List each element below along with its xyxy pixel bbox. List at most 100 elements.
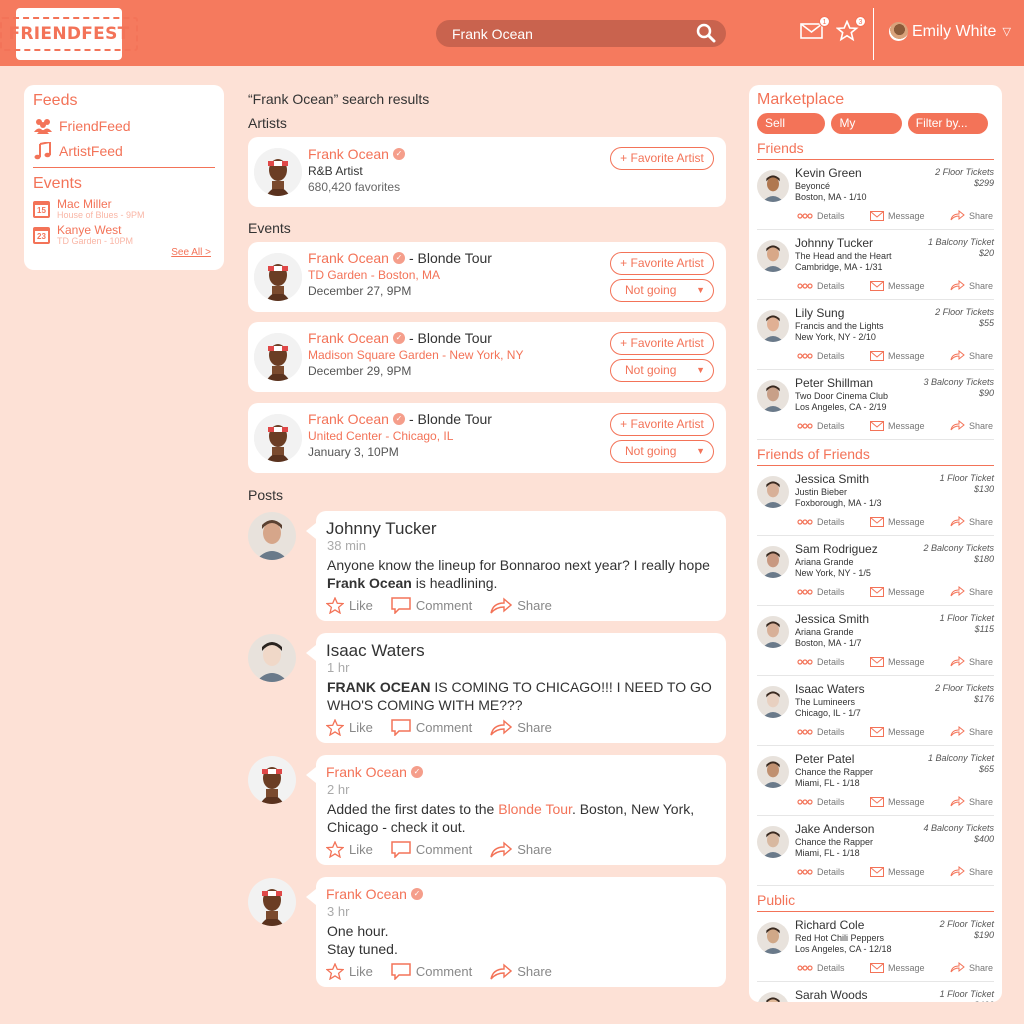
share-button[interactable]: Share: [950, 420, 993, 431]
seller-name[interactable]: Jessica Smith: [795, 472, 869, 486]
seller-avatar[interactable]: [757, 922, 789, 954]
seller-avatar[interactable]: [757, 240, 789, 272]
ticket-listing[interactable]: Kevin Green Beyoncé Boston, MA - 1/10 2 Flo…: [757, 160, 994, 230]
seller-avatar[interactable]: [757, 476, 789, 508]
details-button[interactable]: Details: [797, 796, 845, 807]
details-button[interactable]: Details: [797, 280, 845, 291]
share-button[interactable]: Share: [950, 656, 993, 667]
comment-button[interactable]: Comment: [391, 963, 472, 980]
details-button[interactable]: Details: [797, 586, 845, 597]
event-venue[interactable]: United Center - Chicago, IL: [308, 429, 453, 443]
message-button[interactable]: Message: [869, 866, 925, 877]
seller-avatar[interactable]: [757, 616, 789, 648]
rsvp-status-dropdown[interactable]: Not going ▼: [610, 359, 714, 382]
details-button[interactable]: Details: [797, 420, 845, 431]
message-button[interactable]: Message: [869, 516, 925, 527]
seller-name[interactable]: Peter Shillman: [795, 376, 873, 390]
see-all-link[interactable]: See All >: [171, 247, 211, 258]
seller-avatar[interactable]: [757, 170, 789, 202]
details-button[interactable]: Details: [797, 962, 845, 973]
like-button[interactable]: Like: [326, 841, 373, 858]
share-button[interactable]: Share: [490, 597, 552, 614]
message-button[interactable]: Message: [869, 280, 925, 291]
details-button[interactable]: Details: [797, 350, 845, 361]
post-author[interactable]: Johnny Tucker: [326, 519, 437, 539]
post-author[interactable]: Isaac Waters: [326, 641, 425, 661]
favorite-artist-button[interactable]: + Favorite Artist: [610, 413, 714, 436]
seller-name[interactable]: Johnny Tucker: [795, 236, 873, 250]
ticket-listing[interactable]: Johnny Tucker The Head and the Heart Cambr…: [757, 230, 994, 300]
favorite-artist-button[interactable]: + Favorite Artist: [610, 252, 714, 275]
search-input[interactable]: [452, 25, 682, 42]
sidebar-item-artistfeed[interactable]: ArtistFeed: [33, 141, 215, 161]
ticket-listing[interactable]: Isaac Waters The Lumineers Chicago, IL - 1…: [757, 676, 994, 746]
sidebar-event[interactable]: 15 Mac Miller House of Blues - 9PM: [33, 198, 215, 220]
post-author-avatar[interactable]: [248, 878, 296, 926]
sidebar-event[interactable]: 23 Kanye West TD Garden - 10PM: [33, 224, 215, 246]
post-author-avatar[interactable]: [248, 634, 296, 682]
rsvp-status-dropdown[interactable]: Not going ▼: [610, 279, 714, 302]
share-button[interactable]: Share: [950, 866, 993, 877]
message-button[interactable]: Message: [869, 210, 925, 221]
post-author-avatar[interactable]: [248, 756, 296, 804]
seller-name[interactable]: Sam Rodriguez: [795, 542, 878, 556]
ticket-listing[interactable]: Sarah WoodsNickelback1 Floor Ticket$400D…: [757, 982, 994, 1002]
seller-name[interactable]: Sarah Woods: [795, 988, 868, 1002]
like-button[interactable]: Like: [326, 963, 373, 980]
details-button[interactable]: Details: [797, 726, 845, 737]
user-menu[interactable]: Emily White ▽: [889, 22, 1011, 41]
tour-link[interactable]: Blonde Tour: [498, 801, 572, 817]
share-button[interactable]: Share: [950, 796, 993, 807]
message-button[interactable]: Message: [869, 656, 925, 667]
like-button[interactable]: Like: [326, 719, 373, 736]
favorite-artist-button[interactable]: + Favorite Artist: [610, 332, 714, 355]
message-button[interactable]: Message: [869, 796, 925, 807]
my-tickets-button[interactable]: My Tickets: [831, 113, 902, 151]
details-button[interactable]: Details: [797, 656, 845, 667]
event-result-card[interactable]: Frank Ocean ✓ - Blonde Tour Madison Square…: [248, 322, 726, 392]
details-button[interactable]: Details: [797, 516, 845, 527]
seller-name[interactable]: Peter Patel: [795, 752, 854, 766]
seller-name[interactable]: Richard Cole: [795, 918, 864, 932]
seller-avatar[interactable]: [757, 686, 789, 718]
artist-name[interactable]: Frank Ocean ✓: [308, 146, 405, 162]
post-author[interactable]: Frank Ocean ✓: [326, 886, 423, 902]
seller-avatar[interactable]: [757, 756, 789, 788]
message-button[interactable]: Message: [869, 726, 925, 737]
comment-button[interactable]: Comment: [391, 719, 472, 736]
seller-name[interactable]: Lily Sung: [795, 306, 844, 320]
seller-avatar[interactable]: [757, 380, 789, 412]
seller-avatar[interactable]: [757, 310, 789, 342]
ticket-listing[interactable]: Sam Rodriguez Ariana Grande New York, NY -…: [757, 536, 994, 606]
post-author[interactable]: Frank Ocean ✓: [326, 764, 423, 780]
message-button[interactable]: Message: [869, 350, 925, 361]
seller-avatar[interactable]: [757, 992, 789, 1002]
ticket-listing[interactable]: Jake Anderson Chance the Rapper Miami, FL …: [757, 816, 994, 886]
sidebar-item-friendfeed[interactable]: FriendFeed: [33, 116, 215, 136]
share-button[interactable]: Share: [950, 516, 993, 527]
search-icon[interactable]: [696, 23, 716, 43]
comment-button[interactable]: Comment: [391, 597, 472, 614]
details-button[interactable]: Details: [797, 210, 845, 221]
like-button[interactable]: Like: [326, 597, 373, 614]
share-button[interactable]: Share: [950, 350, 993, 361]
event-artist-name[interactable]: Frank Ocean ✓ - Blonde Tour: [308, 250, 492, 266]
messages-icon[interactable]: 1: [800, 16, 830, 42]
ticket-listing[interactable]: Peter Shillman Two Door Cinema Club Los An…: [757, 370, 994, 440]
rsvp-status-dropdown[interactable]: Not going ▼: [610, 440, 714, 463]
post-author-avatar[interactable]: [248, 512, 296, 560]
event-result-card[interactable]: Frank Ocean ✓ - Blonde Tour TD Garden - Bo…: [248, 242, 726, 312]
ticket-listing[interactable]: Richard Cole Red Hot Chili Peppers Los Ang…: [757, 912, 994, 982]
seller-avatar[interactable]: [757, 826, 789, 858]
seller-name[interactable]: Isaac Waters: [795, 682, 865, 696]
seller-name[interactable]: Kevin Green: [795, 166, 862, 180]
sell-ticket-button[interactable]: Sell Ticket: [757, 113, 826, 151]
ticket-listing[interactable]: Jessica Smith Justin Bieber Foxborough, MA…: [757, 466, 994, 536]
event-artist-name[interactable]: Frank Ocean ✓ - Blonde Tour: [308, 330, 492, 346]
share-button[interactable]: Share: [950, 280, 993, 291]
share-button[interactable]: Share: [490, 719, 552, 736]
search-bar[interactable]: [436, 20, 726, 47]
ticket-listing[interactable]: Jessica Smith Ariana Grande Boston, MA - 1…: [757, 606, 994, 676]
message-button[interactable]: Message: [869, 586, 925, 597]
logo[interactable]: FRIENDFEST: [0, 8, 138, 60]
